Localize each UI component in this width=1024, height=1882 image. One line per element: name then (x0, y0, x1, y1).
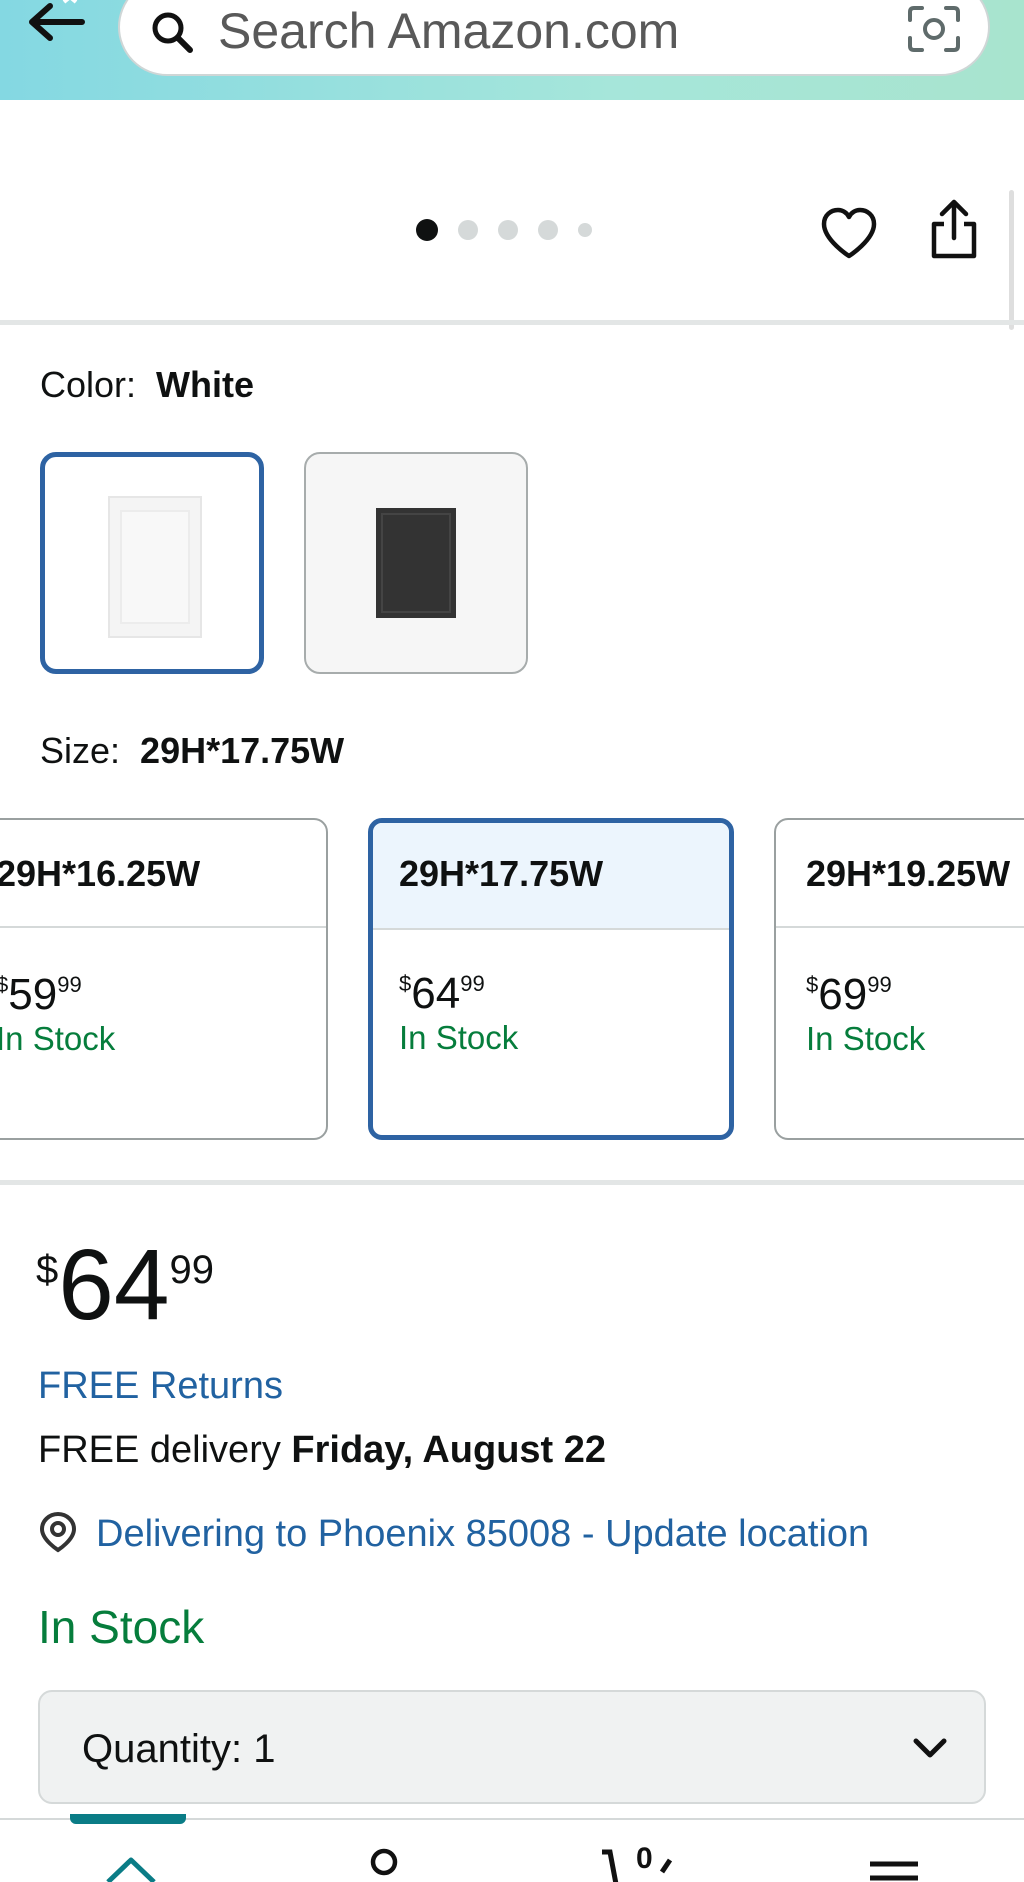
size-option-name: 29H*16.25W (0, 820, 326, 928)
account-icon[interactable] (364, 1846, 404, 1882)
menu-icon[interactable] (868, 1860, 920, 1882)
quantity-value: 1 (253, 1727, 276, 1771)
swatch-black[interactable] (304, 452, 528, 674)
delivery-location-link[interactable]: Delivering to Phoenix 85008 - Update loc… (96, 1512, 869, 1556)
delivery-info: FREE delivery Friday, August 22 (38, 1429, 607, 1471)
divider (0, 1180, 1024, 1185)
back-button[interactable] (26, 0, 88, 48)
scrollbar[interactable] (1009, 190, 1014, 330)
size-option-card[interactable]: 29H*16.25W $5999 In Stock (0, 818, 328, 1140)
color-value: White (156, 364, 255, 405)
carousel-dot[interactable] (458, 220, 478, 240)
divider (0, 320, 1024, 325)
size-option-price: $6499 (399, 969, 485, 1019)
home-icon[interactable] (104, 1854, 158, 1882)
white-frame-thumbnail (108, 496, 202, 638)
svg-text:0: 0 (636, 1842, 653, 1875)
quantity-text: Quantity: 1 (82, 1727, 276, 1771)
free-returns-link[interactable]: FREE Returns (38, 1364, 283, 1408)
size-option-stock: In Stock (399, 1019, 519, 1056)
size-option-stock: In Stock (806, 1020, 926, 1057)
size-option-stock: In Stock (0, 1020, 116, 1057)
search-input[interactable]: Search Amazon.com (118, 0, 990, 76)
swatch-white[interactable] (40, 452, 264, 674)
delivery-date: Friday, August 22 (291, 1429, 607, 1471)
quantity-dropdown[interactable]: Quantity: 1 (38, 1690, 986, 1804)
cart-icon[interactable]: 0 (600, 1838, 680, 1882)
size-option-name: 29H*19.25W (776, 820, 1024, 928)
size-option-price: $6999 (806, 970, 892, 1020)
carousel-dot[interactable] (578, 223, 592, 237)
size-option-price: $5999 (0, 970, 82, 1020)
black-frame-thumbnail (376, 508, 456, 618)
back-arrow-icon (29, 0, 85, 41)
size-option-name: 29H*17.75W (373, 823, 729, 930)
location-pin-icon (39, 1511, 77, 1553)
size-option-card[interactable]: 29H*19.25W $6999 In Stock (774, 818, 1024, 1140)
active-tab-indicator (70, 1814, 186, 1824)
size-label: Size: (40, 730, 121, 771)
carousel-dot[interactable] (416, 219, 438, 241)
search-icon (152, 12, 193, 53)
size-value: 29H*17.75W (140, 730, 345, 771)
chevron-down-icon (913, 1738, 947, 1758)
heart-icon[interactable] (820, 206, 878, 260)
carousel-dot[interactable] (498, 220, 518, 240)
product-price: $6499 (36, 1229, 214, 1341)
size-label-line: Size: 29H*17.75W (40, 730, 344, 772)
bottom-navigation: 0 (0, 1814, 1024, 1882)
share-icon[interactable] (928, 198, 980, 260)
search-placeholder: Search Amazon.com (218, 3, 680, 59)
color-label: Color: (40, 364, 137, 405)
camera-lens-icon[interactable] (906, 4, 962, 54)
color-label-line: Color: White (40, 364, 254, 406)
image-carousel-dots[interactable] (416, 218, 612, 242)
size-option-card-selected[interactable]: 29H*17.75W $6499 In Stock (368, 818, 734, 1140)
top-header: Search Amazon.com (0, 0, 1024, 100)
stock-status: In Stock (38, 1601, 205, 1653)
carousel-dot[interactable] (538, 220, 558, 240)
